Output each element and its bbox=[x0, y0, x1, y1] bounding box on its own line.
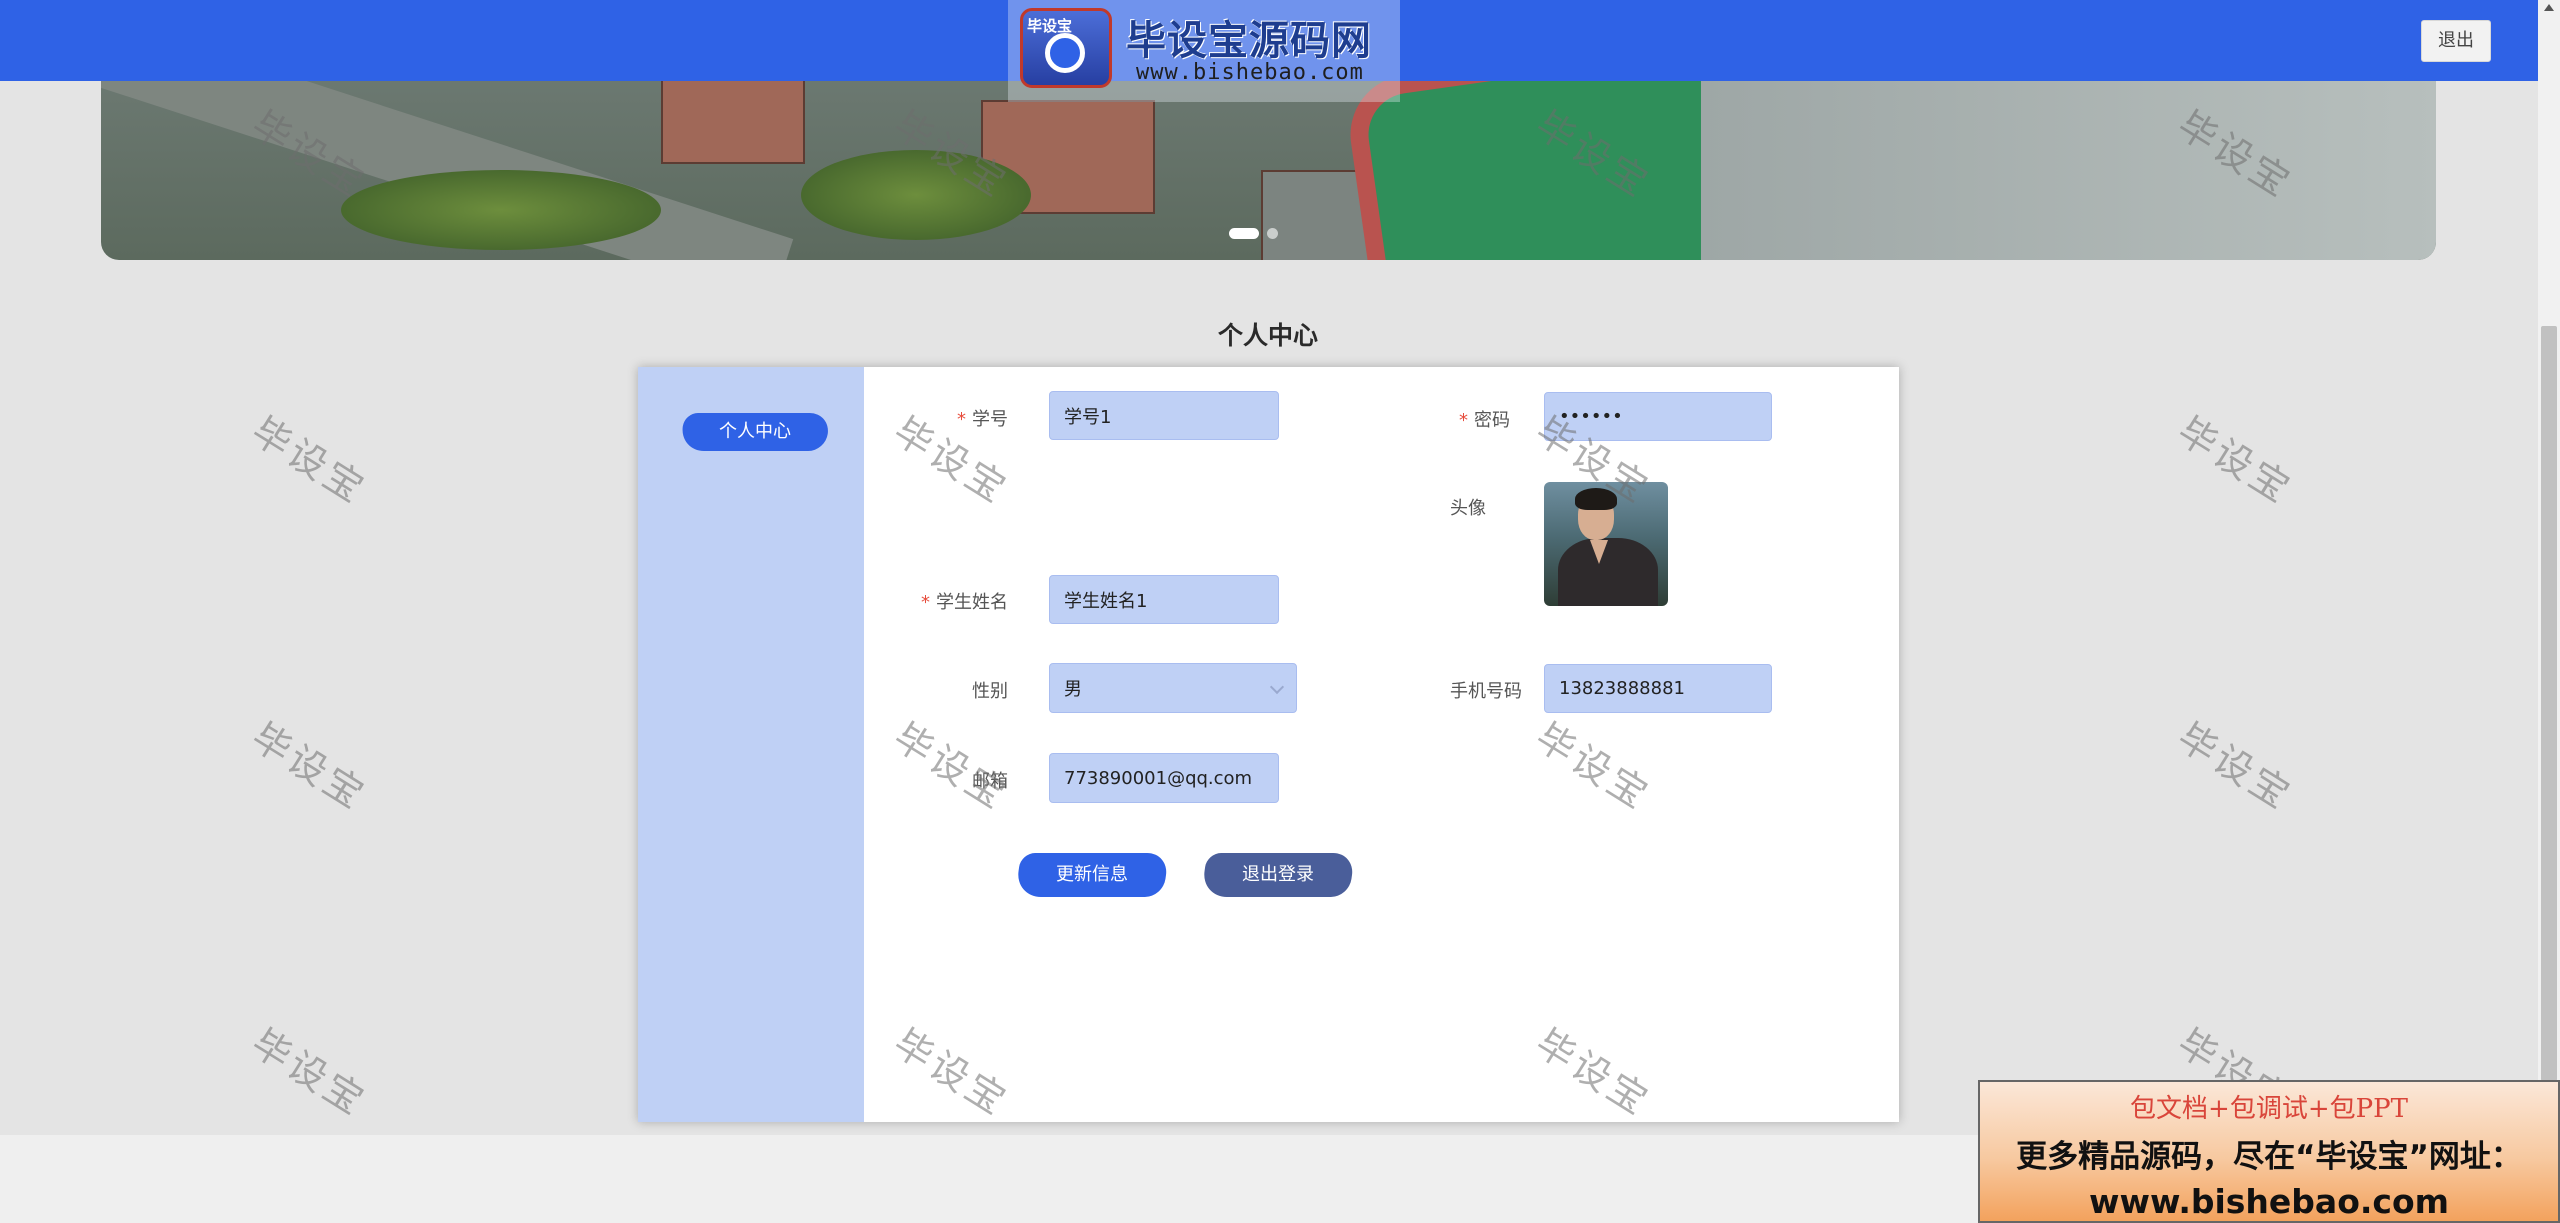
phone-label: 手机号码 bbox=[1450, 681, 1522, 702]
scroll-thumb[interactable] bbox=[2541, 326, 2557, 1081]
gender-value: 男 bbox=[1064, 679, 1082, 700]
sidebar: 个人中心 bbox=[638, 367, 864, 1122]
logout-account-button[interactable]: 退出登录 bbox=[1204, 847, 1352, 903]
carousel-dot[interactable] bbox=[1267, 228, 1278, 239]
promo-url: www.bishebao.com bbox=[2088, 1182, 2450, 1221]
profile-card: 个人中心 * 学号 学号1 * 密码 •••••• 头像 * 学生姓名 学生姓名1 性… bbox=[638, 367, 1899, 1122]
avatar-label: 头像 bbox=[1450, 498, 1486, 519]
gender-select[interactable]: 男 bbox=[1049, 663, 1297, 713]
site-logo: 毕设宝 毕设宝源码网 www.bishebao.com bbox=[1008, 0, 1400, 102]
student-name-field[interactable]: 学生姓名1 bbox=[1049, 575, 1279, 624]
page-title: 个人中心 bbox=[1218, 321, 1319, 350]
gender-label: 性别 bbox=[972, 681, 1008, 702]
required-mark: * bbox=[957, 409, 966, 430]
required-mark: * bbox=[921, 592, 930, 613]
logo-emblem-icon: 毕设宝 bbox=[1020, 8, 1112, 88]
password-field[interactable]: •••••• bbox=[1544, 392, 1772, 441]
student-id-label: * 学号 bbox=[957, 409, 1008, 430]
required-mark: * bbox=[1459, 410, 1468, 431]
vertical-scrollbar[interactable] bbox=[2538, 0, 2560, 1223]
phone-field[interactable]: 13823888881 bbox=[1544, 664, 1772, 713]
logout-button[interactable]: 退出 bbox=[2421, 20, 2491, 62]
chevron-down-icon bbox=[1269, 679, 1285, 695]
sidebar-item-label: 个人中心 bbox=[719, 421, 791, 442]
carousel-dot-active[interactable] bbox=[1229, 228, 1259, 239]
logo-title: 毕设宝源码网 bbox=[1126, 18, 1372, 64]
student-id-field[interactable]: 学号1 bbox=[1049, 391, 1279, 440]
student-name-label: * 学生姓名 bbox=[921, 592, 1008, 613]
promo-banner: 包文档+包调试+包PPT 更多精品源码，尽在“毕设宝”网址： www.bishe… bbox=[1978, 1080, 2560, 1223]
update-info-button[interactable]: 更新信息 bbox=[1018, 847, 1166, 903]
sidebar-item-profile[interactable]: 个人中心 bbox=[682, 407, 828, 457]
email-field[interactable]: 773890001@qq.com bbox=[1049, 753, 1279, 803]
scroll-up-arrow-icon[interactable] bbox=[2544, 4, 2554, 11]
logo-url: www.bishebao.com bbox=[1136, 60, 1364, 85]
email-label: 邮箱 bbox=[972, 771, 1008, 792]
promo-line-2: 更多精品源码，尽在“毕设宝”网址： bbox=[2016, 1139, 2522, 1175]
password-label: * 密码 bbox=[1459, 410, 1510, 431]
avatar-image[interactable] bbox=[1544, 482, 1668, 606]
promo-line-1: 包文档+包调试+包PPT bbox=[2130, 1094, 2408, 1124]
